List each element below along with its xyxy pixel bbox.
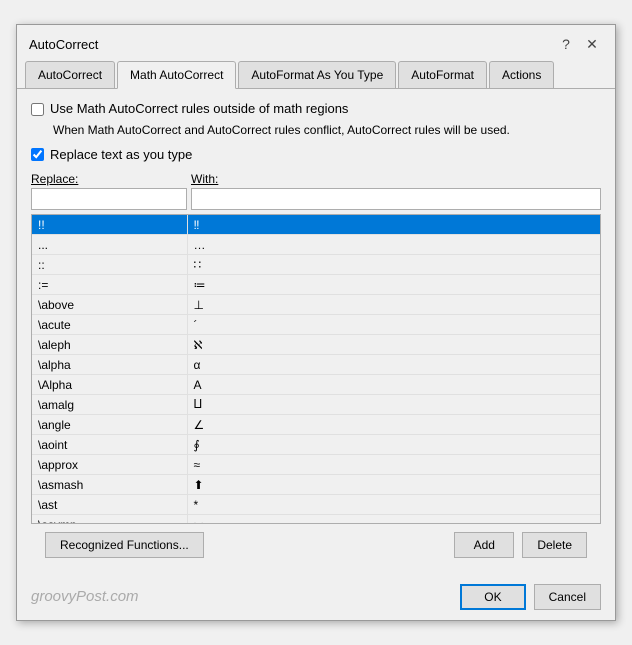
tab-math-autocorrect[interactable]: Math AutoCorrect (117, 61, 236, 89)
replace-cell: \amalg (32, 395, 187, 415)
cancel-button[interactable]: Cancel (534, 584, 601, 610)
with-cell: ≔ (187, 275, 600, 295)
with-cell: ⊥ (187, 295, 600, 315)
replace-cell: \ast (32, 495, 187, 515)
replace-cell: \aoint (32, 435, 187, 455)
delete-button[interactable]: Delete (522, 532, 587, 558)
titlebar-controls: ? ✕ (555, 33, 603, 55)
table-scroll[interactable]: !!‼...…::∷:=≔\above⊥\acute´\alephℵ\alpha… (32, 215, 600, 523)
with-cell: α (187, 355, 600, 375)
with-cell: ≈ (187, 455, 600, 475)
replace-cell: \alpha (32, 355, 187, 375)
table-row[interactable]: \asymp≍ (32, 515, 600, 523)
with-cell: ∠ (187, 415, 600, 435)
replace-cell: \Alpha (32, 375, 187, 395)
replace-cell: \angle (32, 415, 187, 435)
table-row[interactable]: :=≔ (32, 275, 600, 295)
replace-text-checkbox[interactable] (31, 148, 44, 161)
with-cell: ∮ (187, 435, 600, 455)
autocorrect-dialog: AutoCorrect ? ✕ AutoCorrect Math AutoCor… (16, 24, 616, 621)
replace-cell: \asmash (32, 475, 187, 495)
ok-button[interactable]: OK (460, 584, 525, 610)
tab-content: Use Math AutoCorrect rules outside of ma… (17, 89, 615, 578)
help-button[interactable]: ? (555, 33, 577, 55)
tab-autoformat[interactable]: AutoFormat (398, 61, 487, 89)
column-headers: Replace: With: (31, 172, 601, 186)
footer-row: groovyPost.com OK Cancel (17, 578, 615, 620)
with-cell: ‼ (187, 215, 600, 235)
info-text: When Math AutoCorrect and AutoCorrect ru… (53, 122, 601, 139)
replacements-table-container: !!‼...…::∷:=≔\above⊥\acute´\alephℵ\alpha… (31, 214, 601, 524)
with-cell: ⬆ (187, 475, 600, 495)
titlebar: AutoCorrect ? ✕ (17, 25, 615, 59)
footer-actions: OK Cancel (460, 584, 601, 610)
tab-bar: AutoCorrect Math AutoCorrect AutoFormat … (17, 61, 615, 89)
use-outside-checkbox[interactable] (31, 103, 44, 116)
table-row[interactable]: ::∷ (32, 255, 600, 275)
table-row[interactable]: \acute´ (32, 315, 600, 335)
table-row[interactable]: \aoint∮ (32, 435, 600, 455)
table-row[interactable]: \angle∠ (32, 415, 600, 435)
with-cell: ´ (187, 315, 600, 335)
replace-checkbox-row: Replace text as you type (31, 147, 601, 162)
tab-autoformat-as-you-type[interactable]: AutoFormat As You Type (238, 61, 396, 89)
table-row[interactable]: \alphaα (32, 355, 600, 375)
dialog-title: AutoCorrect (29, 37, 98, 52)
with-cell: … (187, 235, 600, 255)
table-row[interactable]: \amalg⨿ (32, 395, 600, 415)
table-row[interactable]: ...… (32, 235, 600, 255)
with-cell: ≍ (187, 515, 600, 523)
with-cell: ∷ (187, 255, 600, 275)
with-input[interactable] (191, 188, 601, 210)
replace-input[interactable] (31, 188, 187, 210)
add-button[interactable]: Add (454, 532, 514, 558)
use-outside-row: Use Math AutoCorrect rules outside of ma… (31, 101, 601, 116)
input-row (31, 188, 601, 210)
with-cell: ⨿ (187, 395, 600, 415)
table-row[interactable]: \alephℵ (32, 335, 600, 355)
with-cell: ℵ (187, 335, 600, 355)
tab-actions[interactable]: Actions (489, 61, 554, 89)
replacements-table: !!‼...…::∷:=≔\above⊥\acute´\alephℵ\alpha… (32, 215, 600, 523)
table-row[interactable]: \approx≈ (32, 455, 600, 475)
replace-cell: := (32, 275, 187, 295)
replace-cell: \above (32, 295, 187, 315)
table-row[interactable]: \asmash⬆ (32, 475, 600, 495)
brand-label: groovyPost.com (31, 588, 139, 605)
table-row[interactable]: !!‼ (32, 215, 600, 235)
with-cell: * (187, 495, 600, 515)
table-row[interactable]: \ast* (32, 495, 600, 515)
bottom-buttons: Recognized Functions... Add Delete (31, 524, 601, 566)
use-outside-label: Use Math AutoCorrect rules outside of ma… (50, 101, 348, 116)
column-with-header: With: (191, 172, 218, 186)
replace-text-label: Replace text as you type (50, 147, 192, 162)
replace-cell: !! (32, 215, 187, 235)
replace-cell: \asymp (32, 515, 187, 523)
close-button[interactable]: ✕ (581, 33, 603, 55)
replace-cell: \aleph (32, 335, 187, 355)
column-replace-header: Replace: (31, 172, 191, 186)
replace-cell: \acute (32, 315, 187, 335)
with-cell: Α (187, 375, 600, 395)
tab-autocorrect[interactable]: AutoCorrect (25, 61, 115, 89)
table-row[interactable]: \AlphaΑ (32, 375, 600, 395)
replace-cell: \approx (32, 455, 187, 475)
replace-cell: ... (32, 235, 187, 255)
table-row[interactable]: \above⊥ (32, 295, 600, 315)
replace-cell: :: (32, 255, 187, 275)
recognized-functions-button[interactable]: Recognized Functions... (45, 532, 204, 558)
